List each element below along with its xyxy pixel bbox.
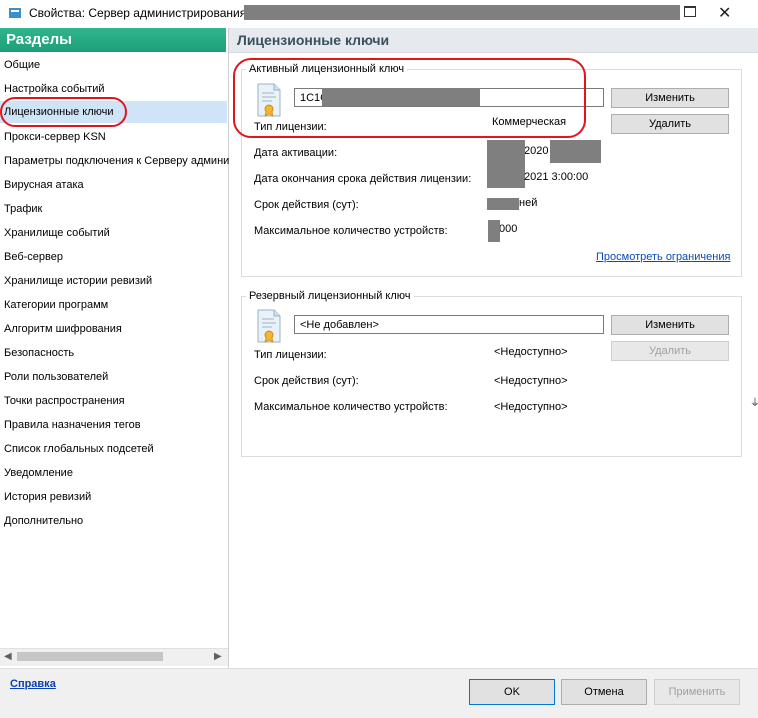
nav-item-global-subnets[interactable]: Список глобальных подсетей xyxy=(0,438,227,460)
nav-item-app-categories[interactable]: Категории программ xyxy=(0,294,227,316)
redaction xyxy=(244,5,680,20)
scroll-left-icon[interactable]: ◀ xyxy=(4,651,12,662)
highlight-oval-active-key xyxy=(233,58,586,138)
validity-label: Срок действия (сут): xyxy=(254,199,359,211)
nav-item-label: Веб-сервер xyxy=(4,251,63,263)
content-header: Лицензионные ключи xyxy=(229,28,758,53)
nav-item-notification[interactable]: Уведомление xyxy=(0,462,227,484)
nav-item-label: Точки распространения xyxy=(4,395,125,407)
expiry-date-label: Дата окончания срока действия лицензии: xyxy=(254,173,472,185)
nav-item-revision-storage[interactable]: Хранилище истории ревизий xyxy=(0,270,227,292)
nav-item-label: Общие xyxy=(4,59,41,71)
help-link[interactable]: Справка xyxy=(10,678,56,690)
nav-item-virus-attack[interactable]: Вирусная атака xyxy=(0,174,227,196)
scroll-thumb[interactable] xyxy=(17,652,163,661)
apply-button[interactable]: Применить xyxy=(654,679,740,705)
reserve-key-value: <Не добавлен> xyxy=(300,319,379,331)
active-key-delete-button[interactable]: Удалить xyxy=(611,114,729,134)
cancel-button[interactable]: Отмена xyxy=(561,679,647,705)
edge-artifact: ⏚ xyxy=(750,398,758,409)
nav-item-event-storage[interactable]: Хранилище событий xyxy=(0,222,227,244)
nav-item-user-roles[interactable]: Роли пользователей xyxy=(0,366,227,388)
nav-item-tag-rules[interactable]: Правила назначения тегов xyxy=(0,414,227,436)
activation-date-value: 2020 xyxy=(524,145,549,157)
restore-icon[interactable] xyxy=(684,6,696,17)
nav-item-ksn-proxy[interactable]: Прокси-сервер KSN xyxy=(0,126,227,148)
nav-item-connection-params[interactable]: Параметры подключения к Серверу админи xyxy=(0,150,230,172)
ok-button[interactable]: OK xyxy=(469,679,555,705)
nav-item-label: Список глобальных подсетей xyxy=(4,443,154,455)
max-devices-label: Максимальное количество устройств: xyxy=(254,225,448,237)
redaction xyxy=(488,220,500,242)
sidebar-hscrollbar[interactable]: ◀ ▶ xyxy=(0,648,228,666)
nav-item-label: Категории программ xyxy=(4,299,109,311)
reserve-key-group-title: Резервный лицензионный ключ xyxy=(246,290,414,302)
nav-item-label: Дополнительно xyxy=(4,515,84,527)
nav-item-label: Вирусная атака xyxy=(4,179,84,191)
highlight-oval-nav xyxy=(0,97,127,127)
sections-header: Разделы xyxy=(0,28,226,52)
title-bar: Свойства: Сервер администрирования ✕ xyxy=(0,0,758,28)
sections-header-label: Разделы xyxy=(6,31,72,48)
expiry-date-value: 2021 3:00:00 xyxy=(524,171,589,183)
nav-item-label: Уведомление xyxy=(4,467,73,479)
reserve-max-devices-value: <Недоступно> xyxy=(494,401,568,413)
reserve-validity-value: <Недоступно> xyxy=(494,375,568,387)
nav-item-label: История ревизий xyxy=(4,491,92,503)
nav-item-web-server[interactable]: Веб-сервер xyxy=(0,246,227,268)
reserve-key-change-button[interactable]: Изменить xyxy=(611,315,729,335)
redaction xyxy=(487,198,519,210)
nav-item-revision-history[interactable]: История ревизий xyxy=(0,486,227,508)
nav-item-advanced[interactable]: Дополнительно xyxy=(0,510,227,532)
reserve-license-type-value: <Недоступно> xyxy=(494,346,568,358)
nav-item-label: Хранилище истории ревизий xyxy=(4,275,153,287)
nav-item-label: Параметры подключения к Серверу админи xyxy=(4,155,230,167)
scroll-right-icon[interactable]: ▶ xyxy=(214,651,222,662)
close-icon[interactable]: ✕ xyxy=(718,3,731,23)
view-limits-link[interactable]: Просмотреть ограничения xyxy=(596,251,730,263)
window-title: Свойства: Сервер администрирования xyxy=(29,6,247,20)
nav-item-label: Прокси-сервер KSN xyxy=(4,131,106,143)
nav-item-label: Роли пользователей xyxy=(4,371,109,383)
content-title: Лицензионные ключи xyxy=(237,32,390,48)
nav-item-general[interactable]: Общие xyxy=(0,54,227,76)
max-devices-value: 000 xyxy=(499,223,518,235)
active-key-change-button[interactable]: Изменить xyxy=(611,88,729,108)
nav-item-label: Безопасность xyxy=(4,347,75,359)
nav-item-label: Трафик xyxy=(4,203,43,215)
nav-item-label: Хранилище событий xyxy=(4,227,110,239)
reserve-validity-label: Срок действия (сут): xyxy=(254,375,359,387)
redaction xyxy=(487,140,525,188)
reserve-key-delete-button[interactable]: Удалить xyxy=(611,341,729,361)
nav-item-distribution-points[interactable]: Точки распространения xyxy=(0,390,227,412)
nav-item-label: Настройка событий xyxy=(4,83,105,95)
validity-value: ней xyxy=(519,197,538,209)
nav-item-security[interactable]: Безопасность xyxy=(0,342,227,364)
nav-item-encryption[interactable]: Алгоритм шифрования xyxy=(0,318,227,340)
app-icon xyxy=(9,8,21,18)
nav-item-traffic[interactable]: Трафик xyxy=(0,198,227,220)
reserve-key-field[interactable]: <Не добавлен> xyxy=(294,315,604,334)
reserve-license-type-label: Тип лицензии: xyxy=(254,349,327,361)
nav-item-label: Алгоритм шифрования xyxy=(4,323,122,335)
redaction xyxy=(550,140,601,163)
certificate-icon xyxy=(257,309,281,343)
activation-date-label: Дата активации: xyxy=(254,147,338,159)
nav-item-label: Правила назначения тегов xyxy=(4,419,141,431)
reserve-max-devices-label: Максимальное количество устройств: xyxy=(254,401,448,413)
